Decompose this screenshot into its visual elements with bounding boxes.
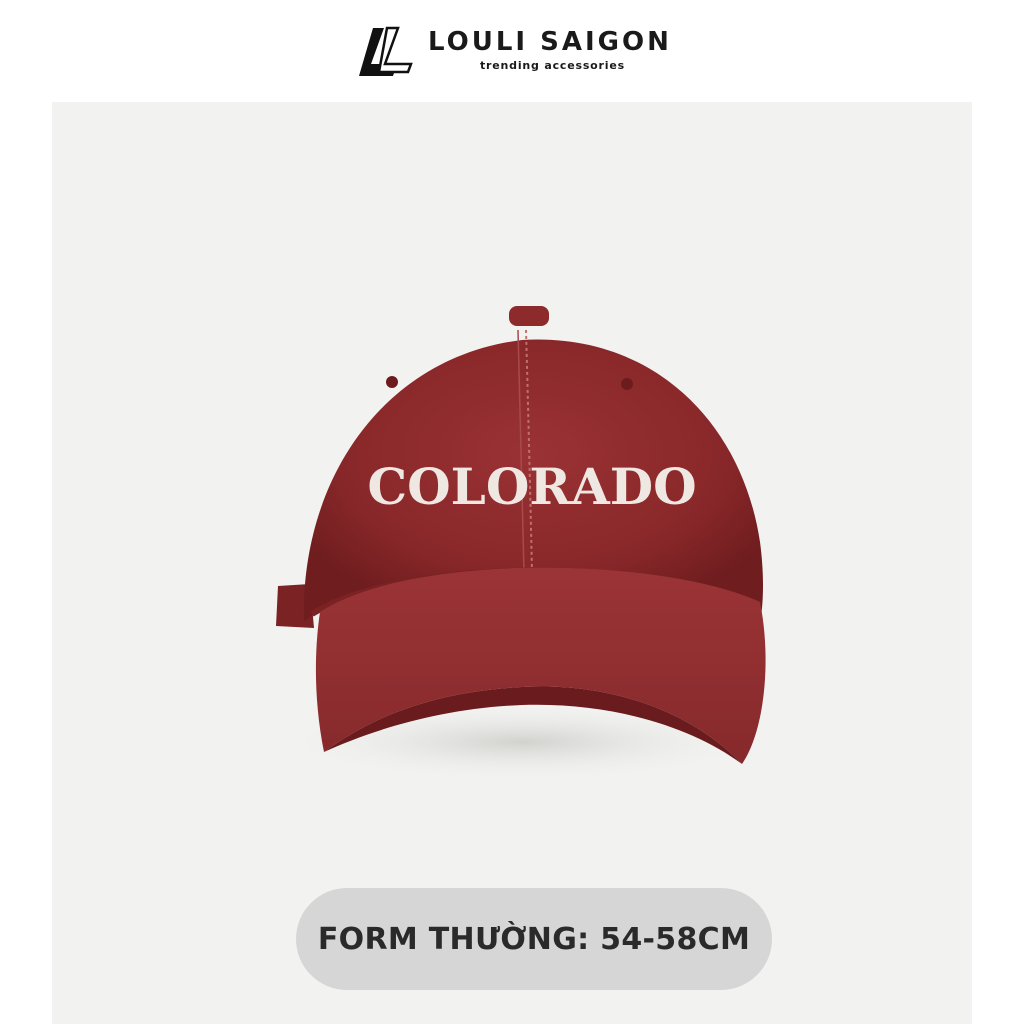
brand-tagline: trending accessories [480,59,625,72]
size-badge: FORM THƯỜNG: 54-58CM [296,888,772,990]
brand-name: LOULI SAIGON [428,27,672,57]
product-image-panel: COLORADO FORM THƯỜNG: 54-58CM [52,102,972,1024]
brand-header: LOULI SAIGON trending accessories [0,0,1024,102]
cap-embroidery-text: COLORADO [367,457,696,516]
size-badge-label: FORM THƯỜNG: 54-58CM [317,921,751,957]
product-listing-page: LOULI SAIGON trending accessories COLORA… [0,0,1024,1024]
baseball-cap-image: COLORADO [272,306,772,782]
louli-ll-logo-icon [359,26,413,76]
